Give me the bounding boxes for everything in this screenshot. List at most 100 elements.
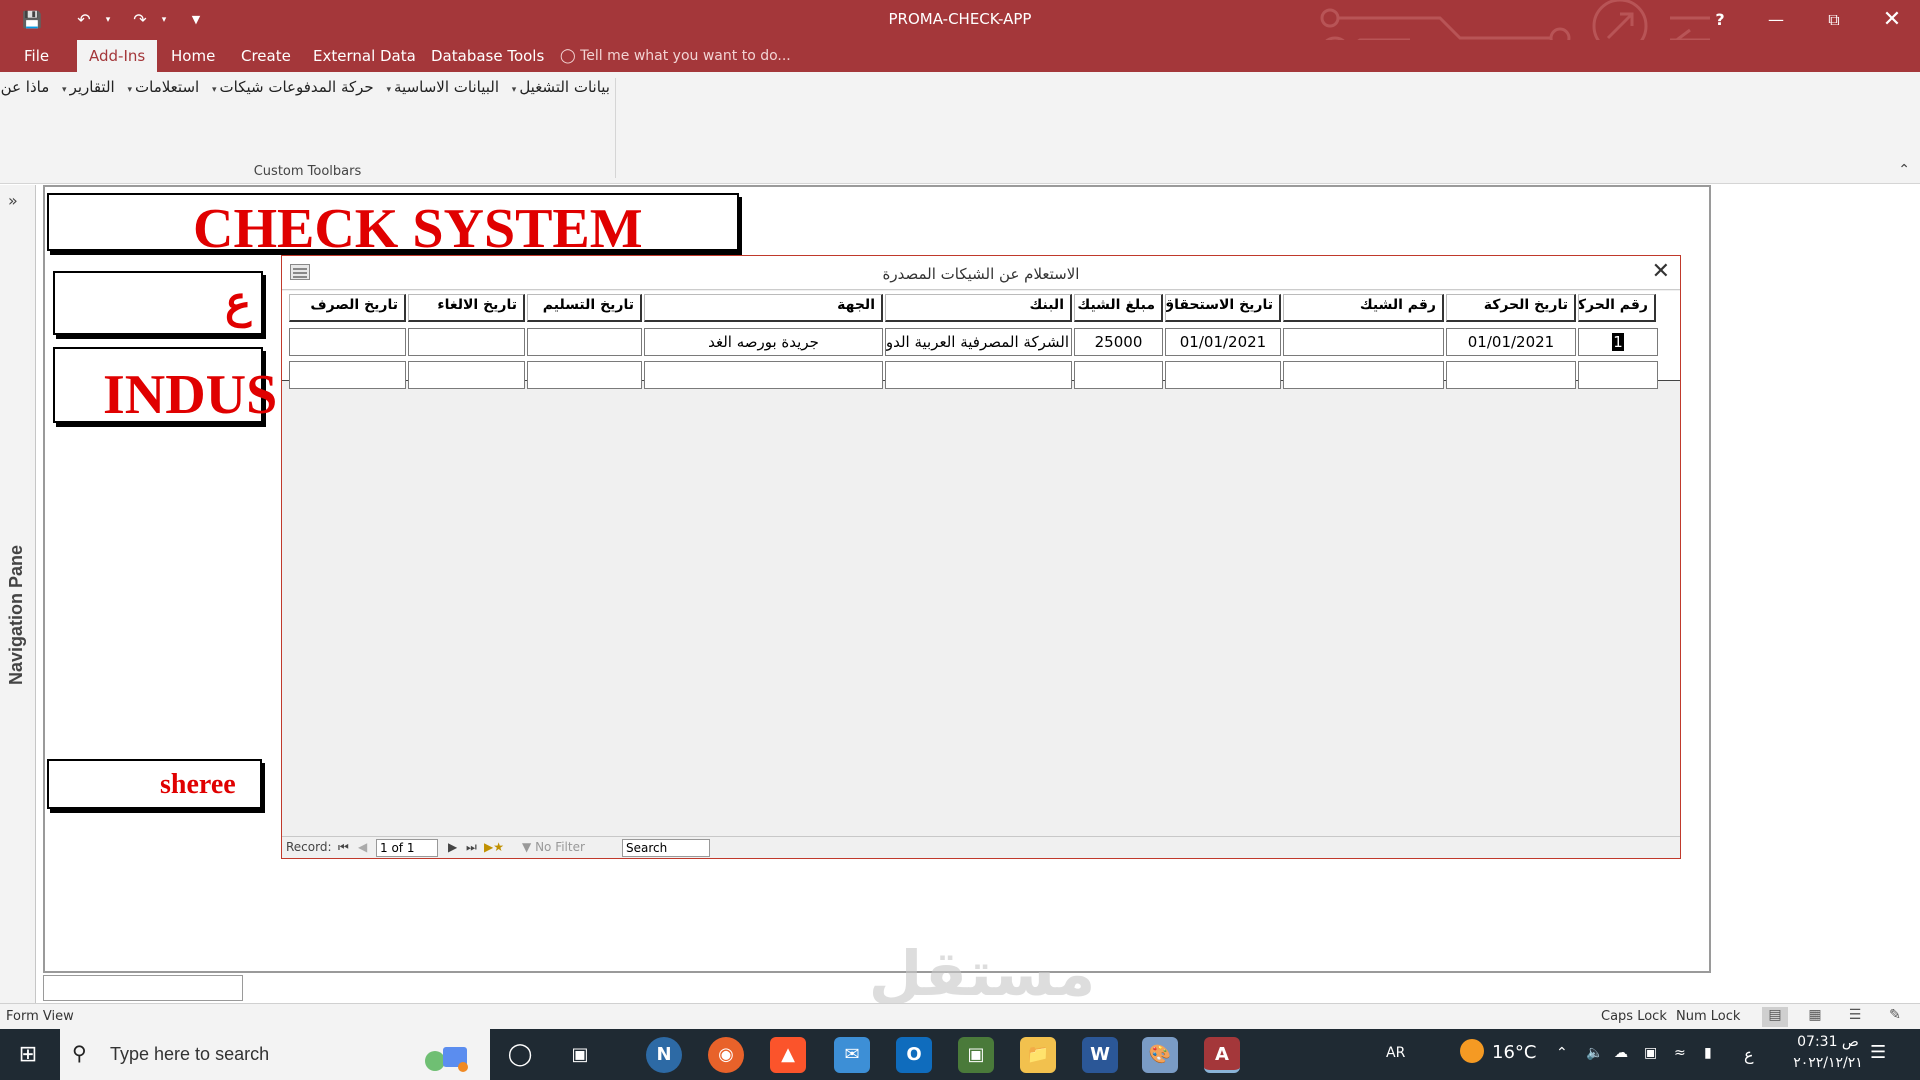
background-fragment-2: INDUS	[103, 364, 278, 426]
cell-transaction-date[interactable]: 01/01/2021	[1446, 328, 1576, 356]
mail-icon[interactable]: ✉	[834, 1037, 870, 1073]
popup-title-bar[interactable]: الاستعلام عن الشيكات المصدرة ✕	[282, 256, 1680, 290]
new-cell-due-date[interactable]	[1165, 361, 1281, 389]
issued-checks-query-form: الاستعلام عن الشيكات المصدرة ✕ رقم الحرك…	[281, 255, 1681, 859]
col-header-transaction-no: رقم الحركة	[1578, 294, 1656, 322]
ribbon-tabs: File Add-Ins Home Create External Data D…	[0, 40, 1920, 72]
tell-me-search[interactable]: ◯ Tell me what you want to do...	[560, 40, 791, 72]
cell-check-amount[interactable]: 25000	[1074, 328, 1163, 356]
expand-nav-icon[interactable]: »	[8, 191, 18, 210]
minimize-button[interactable]: —	[1756, 4, 1796, 36]
background-fragment-1: ع	[225, 278, 252, 327]
next-record-icon[interactable]: ▶	[448, 840, 457, 854]
menu-what-about[interactable]: ماذا عن؟	[0, 78, 49, 96]
filter-icon: ▼	[522, 840, 532, 854]
restore-button[interactable]: ⧉	[1814, 4, 1854, 36]
popup-close-button[interactable]: ✕	[1652, 259, 1670, 284]
input-method-indicator[interactable]: ع	[1744, 1045, 1754, 1064]
cell-party[interactable]: جريدة بورصه الغد	[644, 328, 883, 356]
ribbon-body: بيانات التشغيل▾ البيانات الاساسية▾ حركة …	[0, 72, 1920, 184]
popup-title: الاستعلام عن الشيكات المصدرة	[882, 265, 1080, 283]
svg-text:مستقل: مستقل	[869, 945, 1096, 1010]
language-indicator[interactable]: AR	[1386, 1045, 1405, 1061]
camera-icon[interactable]: ▣	[1644, 1045, 1657, 1061]
cortana-icon[interactable]: ◯	[502, 1037, 538, 1073]
show-hidden-icons-icon[interactable]: ⌃	[1556, 1045, 1568, 1061]
tab-external-data[interactable]: External Data	[301, 40, 428, 72]
cell-transaction-no[interactable]: 1	[1578, 328, 1658, 356]
tab-create[interactable]: Create	[229, 40, 303, 72]
task-view-icon[interactable]: ▣	[562, 1037, 598, 1073]
col-header-check-no: رقم الشيك	[1283, 294, 1444, 322]
help-button[interactable]: ?	[1700, 4, 1740, 36]
temperature[interactable]: 16°C	[1492, 1042, 1536, 1063]
cell-due-date[interactable]: 01/01/2021	[1165, 328, 1281, 356]
clock-time[interactable]: 07:31 ص	[1780, 1034, 1876, 1050]
paint-icon[interactable]: 🎨	[1142, 1037, 1178, 1073]
onedrive-icon[interactable]: ☁	[1614, 1045, 1628, 1061]
close-button[interactable]: ✕	[1872, 4, 1912, 36]
navigation-pane[interactable]: » Navigation Pane	[0, 185, 36, 1003]
new-cell-cash-date[interactable]	[289, 361, 406, 389]
layout-view-icon[interactable]: ☰	[1842, 1007, 1868, 1027]
tab-add-ins[interactable]: Add-Ins	[77, 40, 158, 72]
weather-icon[interactable]	[1460, 1039, 1484, 1063]
volume-icon[interactable]: 🔈	[1586, 1045, 1603, 1061]
taskbar-search[interactable]: ⚲ Type here to search	[60, 1029, 490, 1080]
form-view-icon[interactable]: ▤	[1762, 1007, 1788, 1027]
menu-reports[interactable]: التقارير▾	[62, 78, 115, 96]
system-title: CHECK SYSTEM	[193, 198, 643, 260]
clock-date[interactable]: ٢٠٢٢/١٢/٢١	[1780, 1055, 1876, 1071]
datasheet-grid: رقم الحركة تاريخ الحركة رقم الشيك تاريخ …	[282, 291, 1680, 389]
app-n-icon[interactable]: N	[646, 1037, 682, 1073]
new-record-icon[interactable]: ▶★	[484, 840, 504, 854]
new-cell-transaction-no[interactable]	[1578, 361, 1658, 389]
col-header-cash-date: تاريخ الصرف	[289, 294, 406, 322]
no-filter-button[interactable]: ▼ No Filter	[522, 840, 585, 854]
current-record-field[interactable]: 1 of 1	[376, 839, 438, 857]
battery-icon[interactable]: ▮	[1704, 1045, 1712, 1061]
previous-record-icon[interactable]: ◀	[358, 840, 367, 854]
cell-cash-date[interactable]	[289, 328, 406, 356]
outlook-icon[interactable]: O	[896, 1037, 932, 1073]
cell-delivery-date[interactable]	[527, 328, 642, 356]
first-record-icon[interactable]: ⏮	[338, 840, 349, 855]
new-cell-check-amount[interactable]	[1074, 361, 1163, 389]
new-cell-party[interactable]	[644, 361, 883, 389]
new-cell-cancel-date[interactable]	[408, 361, 525, 389]
datasheet-view-icon[interactable]: ▦	[1802, 1007, 1828, 1027]
title-bar: 💾 ↶ ▾ ↷ ▾ ▼ PROMA-CHECK-APP ? — ⧉ ✕	[0, 0, 1920, 68]
menu-master-data[interactable]: البيانات الاساسية▾	[386, 78, 499, 96]
new-cell-delivery-date[interactable]	[527, 361, 642, 389]
image-app-icon[interactable]: ▣	[958, 1037, 994, 1073]
tab-home[interactable]: Home	[159, 40, 227, 72]
start-button[interactable]: ⊞	[0, 1029, 56, 1080]
last-record-icon[interactable]: ⏭	[466, 840, 477, 855]
menu-queries[interactable]: استعلامات▾	[127, 78, 199, 96]
col-header-transaction-date: تاريخ الحركة	[1446, 294, 1576, 322]
cell-bank[interactable]: الشركة المصرفية العربية الدو	[885, 328, 1072, 356]
col-header-bank: البنك	[885, 294, 1072, 322]
menu-check-payments[interactable]: حركة المدفوعات شيكات▾	[212, 78, 374, 96]
new-cell-check-no[interactable]	[1283, 361, 1444, 389]
windows-taskbar: ⊞ ⚲ Type here to search ◯ ▣ N ◉ ▲ ✉ O ▣ …	[0, 1029, 1920, 1080]
nav-pane-label[interactable]: Navigation Pane	[6, 545, 27, 685]
col-header-due-date: تاريخ الاستحقاق	[1165, 294, 1281, 322]
cell-check-no[interactable]	[1283, 328, 1444, 356]
menu-operation-data[interactable]: بيانات التشغيل▾	[512, 78, 610, 96]
cell-cancel-date[interactable]	[408, 328, 525, 356]
new-cell-transaction-date[interactable]	[1446, 361, 1576, 389]
notification-icon[interactable]: ☰	[1870, 1042, 1886, 1063]
new-cell-bank[interactable]	[885, 361, 1072, 389]
access-icon[interactable]: A	[1204, 1037, 1240, 1073]
record-search-input[interactable]: Search	[622, 839, 710, 857]
word-icon[interactable]: W	[1082, 1037, 1118, 1073]
collapse-ribbon-icon[interactable]: ⌃	[1898, 162, 1910, 178]
wifi-icon[interactable]: ≈	[1674, 1045, 1686, 1061]
design-view-icon[interactable]: ✎	[1882, 1007, 1908, 1027]
file-explorer-icon[interactable]: 📁	[1020, 1037, 1056, 1073]
tab-database-tools[interactable]: Database Tools	[419, 40, 556, 72]
tab-file[interactable]: File	[12, 40, 61, 72]
firefox-icon[interactable]: ◉	[708, 1037, 744, 1073]
brave-icon[interactable]: ▲	[770, 1037, 806, 1073]
